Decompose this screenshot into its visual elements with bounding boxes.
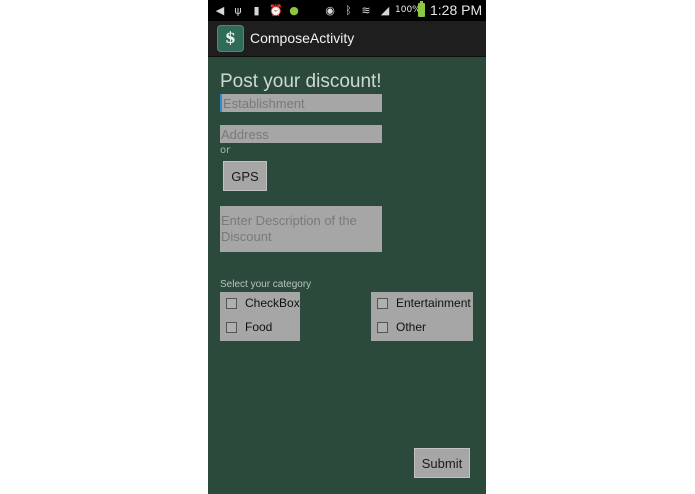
establishment-input[interactable] (220, 94, 382, 112)
checkbox-label: Food (245, 320, 273, 334)
category-label: Select your category (220, 279, 312, 290)
checkbox-square-icon[interactable] (377, 322, 388, 333)
bluetooth-icon: ᛒ (345, 4, 352, 17)
address-input[interactable] (220, 125, 382, 143)
checkbox-other[interactable]: Other (371, 316, 473, 340)
submit-button[interactable]: Submit (414, 448, 470, 478)
signal-icon: ◢ (380, 4, 390, 17)
status-bar: ◀ ψ ▮ ⏰ ● ◉ ᛒ ≋ ◢ 100% 1:28 PM (208, 0, 486, 21)
page-title: Post your discount! (220, 71, 382, 92)
or-label: or (220, 145, 231, 156)
checkbox-label: Entertainment (396, 296, 471, 310)
action-bar: ComposeActivity (208, 21, 486, 57)
battery-icon (418, 1, 425, 17)
checkbox-label: Other (396, 320, 427, 334)
checkbox-food[interactable]: Food (220, 316, 300, 340)
checkbox-label: CheckBox (245, 296, 300, 310)
checkbox-entertainment[interactable]: Entertainment (371, 292, 473, 316)
checkbox-checkbox[interactable]: CheckBox (220, 292, 300, 316)
android-icon: ● (289, 4, 299, 17)
checkbox-square-icon[interactable] (226, 298, 237, 309)
usb-icon: ψ (234, 4, 242, 17)
battery-percent: 100% (395, 5, 421, 15)
checkbox-square-icon[interactable] (377, 298, 388, 309)
back-notification-icon: ◀ (215, 4, 225, 17)
description-input[interactable] (220, 206, 382, 252)
gps-button[interactable]: GPS (223, 161, 267, 191)
clock: 1:28 PM (430, 2, 483, 18)
app-logo-icon[interactable] (217, 25, 244, 52)
checkbox-square-icon[interactable] (226, 322, 237, 333)
alarm-icon: ⏰ (269, 4, 283, 17)
eye-icon: ◉ (325, 4, 335, 17)
activity-title: ComposeActivity (250, 30, 355, 46)
battery-notification-icon: ▮ (253, 4, 260, 17)
category-group-right: Entertainment Other (371, 292, 473, 341)
wifi-icon: ≋ (361, 4, 371, 17)
phone-screen: ◀ ψ ▮ ⏰ ● ◉ ᛒ ≋ ◢ 100% 1:28 PM ComposeAc… (208, 0, 486, 494)
category-group-left: CheckBox Food (220, 292, 300, 341)
